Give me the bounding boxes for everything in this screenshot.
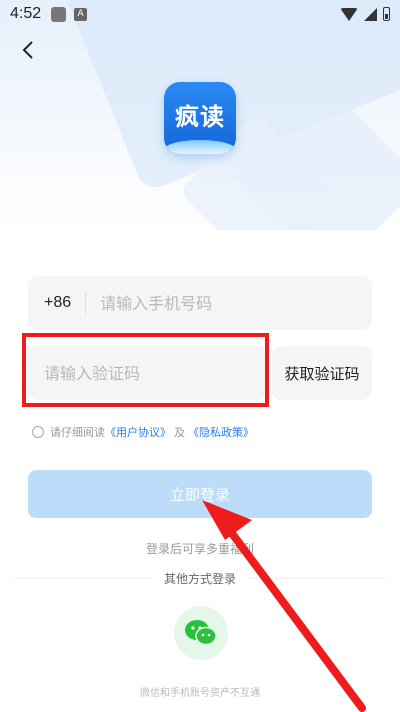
app-logo: 疯读	[164, 82, 236, 154]
phone-input[interactable]	[100, 293, 321, 313]
agreement-row: 请仔细阅读 《用户协议》 及 《隐私政策》	[32, 424, 254, 440]
verification-code-input[interactable]	[44, 363, 254, 383]
agreement-prefix: 请仔细阅读	[50, 426, 105, 439]
notification-icon	[51, 6, 67, 22]
divider	[85, 292, 87, 314]
login-button[interactable]: 立即登录	[28, 470, 372, 518]
status-time: 4:52	[10, 5, 42, 22]
app-logo-text: 疯读	[175, 102, 225, 131]
other-login-title: 其他方式登录	[150, 570, 250, 587]
signal-icon	[364, 7, 377, 21]
back-button[interactable]	[14, 36, 42, 64]
wifi-icon	[340, 7, 358, 21]
country-code[interactable]: +86	[44, 294, 71, 312]
battery-icon	[383, 7, 390, 21]
wechat-icon	[185, 620, 217, 646]
status-icons	[340, 7, 390, 21]
book-icon	[164, 140, 236, 154]
agreement-and: 及	[174, 426, 185, 439]
status-bar: 4:52 A	[0, 0, 400, 28]
code-field[interactable]	[28, 346, 268, 400]
footnote: 微信和手机账号资产不互通	[140, 688, 260, 699]
chevron-left-icon	[22, 41, 33, 59]
get-code-button[interactable]: 获取验证码	[272, 346, 372, 400]
agreement-checkbox[interactable]	[32, 426, 44, 438]
benefit-text: 登录后可享多重福利	[145, 542, 254, 556]
user-agreement-link[interactable]: 《用户协议》	[105, 424, 171, 440]
keyboard-indicator-icon: A	[74, 7, 88, 21]
phone-field[interactable]: +86	[28, 276, 372, 330]
privacy-policy-link[interactable]: 《隐私政策》	[188, 424, 254, 440]
wechat-login-button[interactable]	[174, 606, 228, 660]
